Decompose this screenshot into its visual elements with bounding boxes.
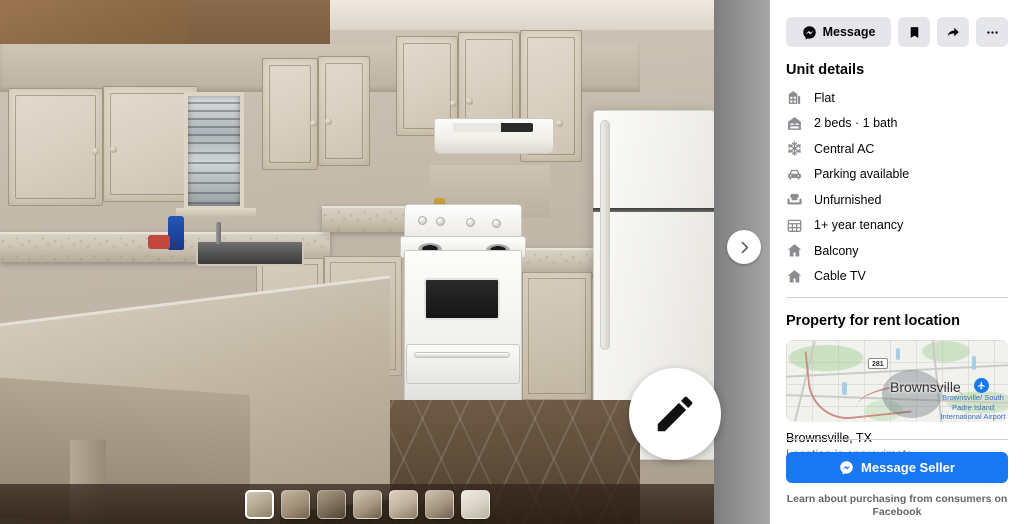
building-icon [788, 91, 801, 105]
list-item: Cable TV [786, 264, 1008, 290]
list-item-label: 2 beds · 1 bath [814, 116, 898, 131]
airplane-icon [977, 381, 985, 390]
edit-listing-button[interactable] [629, 368, 721, 460]
car-icon [788, 169, 801, 180]
bed-house-icon [788, 116, 801, 130]
location-map[interactable]: 281 Brownsville Brownsville/ South Padre… [786, 340, 1008, 422]
messenger-icon [840, 461, 853, 475]
list-item[interactable] [425, 489, 454, 519]
list-item[interactable] [353, 489, 382, 519]
location-city-state: Brownsville, TX [786, 431, 872, 445]
list-item[interactable] [245, 489, 274, 519]
airport-label: Brownsville/ South Padre Island Internat… [940, 393, 1006, 421]
list-item-label: Flat [814, 90, 835, 105]
listing-detail-screen: Message Unit details Flat 2 beds · 1 bat… [0, 0, 1024, 524]
more-options-button[interactable] [976, 17, 1008, 47]
learn-about-purchasing-link[interactable]: Learn about purchasing from consumers on… [786, 493, 1008, 519]
listing-details-sidebar: Message Unit details Flat 2 beds · 1 bat… [770, 0, 1024, 524]
bookmark-icon [910, 26, 918, 38]
message-seller-label: Message Seller [861, 460, 955, 475]
armchair-icon [787, 194, 802, 205]
message-button-label: Message [822, 25, 876, 39]
location-heading: Property for rent location [786, 313, 961, 329]
home-icon [787, 244, 802, 257]
list-item: Central AC [786, 136, 1008, 162]
section-divider [786, 297, 1008, 298]
action-buttons-row: Message [786, 0, 1008, 47]
list-item-label: Central AC [814, 141, 875, 156]
unit-details-list: Flat 2 beds · 1 bath Central AC Parking … [786, 85, 1008, 289]
share-listing-button[interactable] [937, 17, 969, 47]
list-item-label: Cable TV [814, 269, 866, 284]
list-item: 1+ year tenancy [786, 213, 1008, 239]
list-item[interactable] [281, 489, 310, 519]
next-photo-button[interactable] [727, 230, 761, 264]
calendar-icon [787, 219, 802, 232]
list-item-label: Unfurnished [814, 192, 882, 207]
share-arrow-icon [947, 27, 959, 37]
message-seller-button[interactable]: Message Seller [786, 452, 1008, 483]
list-item: 2 beds · 1 bath [786, 111, 1008, 137]
kitchen-photo-illustration [0, 0, 714, 524]
photo-thumbnail-strip[interactable] [0, 484, 714, 524]
list-item-label: 1+ year tenancy [814, 218, 904, 233]
footer-divider [786, 439, 1008, 440]
messenger-icon [802, 25, 816, 39]
listing-photo[interactable] [0, 0, 714, 524]
list-item: Balcony [786, 238, 1008, 264]
message-button[interactable]: Message [786, 17, 891, 47]
list-item[interactable] [389, 489, 418, 519]
home-icon [787, 269, 802, 283]
airport-map-pin [974, 378, 989, 393]
snowflake-icon [788, 141, 801, 157]
list-item-label: Balcony [814, 243, 859, 258]
list-item[interactable] [317, 489, 346, 519]
list-item: Unfurnished [786, 187, 1008, 213]
list-item: Flat [786, 85, 1008, 111]
save-listing-button[interactable] [898, 17, 930, 47]
list-item: Parking available [786, 162, 1008, 188]
sidebar-scrollbar[interactable] [1018, 0, 1023, 524]
photo-viewer [0, 0, 770, 524]
list-item-label: Parking available [814, 167, 910, 182]
highway-shield-281: 281 [868, 358, 888, 369]
ellipsis-icon [986, 30, 998, 34]
chevron-right-icon [741, 241, 748, 253]
pencil-icon [657, 396, 693, 432]
unit-details-heading: Unit details [786, 62, 865, 78]
list-item[interactable] [461, 489, 490, 519]
